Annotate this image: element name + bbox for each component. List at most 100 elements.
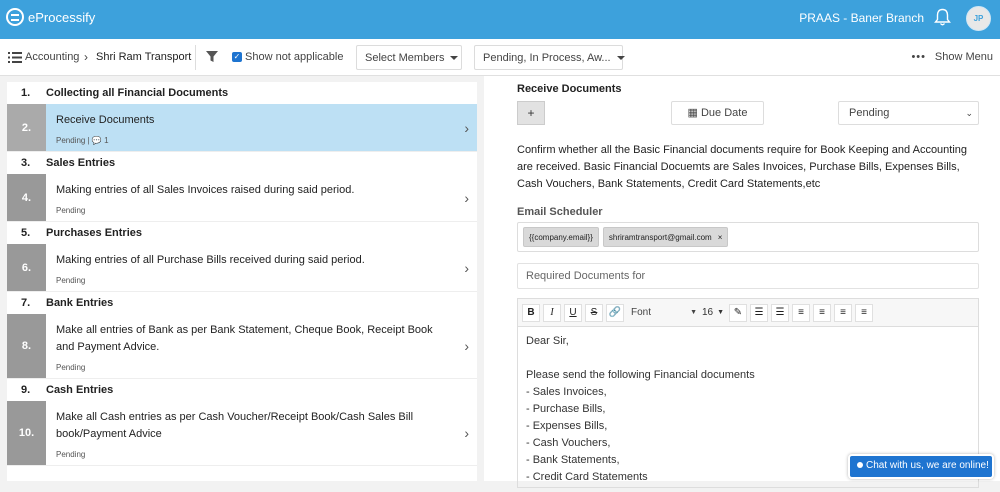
chevron-right-icon: ›: [464, 338, 469, 354]
italic-icon[interactable]: I: [543, 303, 561, 322]
status-value: Pending: [849, 107, 890, 119]
breadcrumb-accounting[interactable]: Accounting: [25, 51, 79, 63]
align-center-icon[interactable]: ≡: [813, 303, 831, 322]
status-filter-dropdown[interactable]: Pending, In Process, Aw...: [474, 45, 625, 70]
email-scheduler-label: Email Scheduler: [517, 206, 603, 218]
chat-widget-button[interactable]: Chat with us, we are online!: [848, 454, 994, 479]
task-row[interactable]: 10. Make all Cash entries as per Cash Vou…: [7, 401, 477, 466]
remove-tag-icon[interactable]: ×: [718, 233, 723, 242]
section-header: 5. Purchases Entries: [7, 222, 477, 244]
due-date-label: Due Date: [700, 107, 748, 119]
section-header: 1. Collecting all Financial Documents: [7, 82, 477, 104]
align-justify-icon[interactable]: ≡: [855, 303, 873, 322]
caret-down-icon: [450, 56, 459, 61]
user-avatar[interactable]: JP: [966, 6, 991, 31]
list-icon[interactable]: [8, 52, 22, 63]
top-bar: eProcessify PRAAS - Baner Branch JP: [0, 0, 1000, 39]
breadcrumb-current: Shri Ram Transport: [96, 51, 192, 63]
align-right-icon[interactable]: ≡: [834, 303, 852, 322]
task-row[interactable]: 2. Receive Documents Pending | 💬 1 ›: [7, 104, 477, 152]
task-status: Pending: [56, 450, 86, 459]
editor-line: - Purchase Bills,: [526, 403, 606, 415]
show-not-applicable-checkbox[interactable]: ✓: [232, 52, 242, 62]
section-title: Sales Entries: [46, 157, 116, 169]
font-size-label: 16: [702, 306, 714, 318]
task-row[interactable]: 6. Making entries of all Purchase Bills r…: [7, 244, 477, 292]
editor-line: - Sales Invoices,: [526, 386, 607, 398]
show-not-applicable-label[interactable]: Show not applicable: [245, 51, 343, 63]
task-row[interactable]: 8. Make all entries of Bank as per Bank S…: [7, 314, 477, 379]
task-list: 1. Collecting all Financial Documents 2. Re…: [7, 82, 477, 481]
email-tag-label: shriramtransport@gmail.com: [608, 233, 712, 242]
email-tag-label: {{company.email}}: [529, 233, 593, 242]
bell-icon[interactable]: [934, 8, 951, 27]
toolbar: Accounting › Shri Ram Transport ✓ Show n…: [0, 39, 1000, 76]
task-row[interactable]: 4. Making entries of all Sales Invoices r…: [7, 174, 477, 222]
task-number: 4.: [7, 174, 46, 221]
caret-down-icon: [616, 56, 625, 61]
due-date-button[interactable]: ▦ Due Date: [671, 101, 764, 125]
section-number: 3.: [21, 157, 31, 169]
section-header: 9. Cash Entries: [7, 379, 477, 401]
bullet-list-icon[interactable]: ☰: [750, 303, 768, 322]
logo-icon: [6, 8, 24, 26]
app-name: eProcessify: [28, 9, 96, 25]
strikethrough-icon[interactable]: S: [585, 303, 603, 322]
more-icon[interactable]: •••: [911, 51, 926, 63]
editor-line: - Expenses Bills,: [526, 420, 608, 432]
task-number: 8.: [7, 314, 46, 378]
font-label: Font: [631, 306, 652, 318]
filter-icon[interactable]: [206, 51, 218, 63]
task-description: Confirm whether all the Basic Financial …: [517, 144, 968, 190]
status-select[interactable]: Pending ⌄: [838, 101, 979, 125]
calendar-icon: ▦: [687, 107, 698, 119]
chevron-right-icon: ›: [464, 119, 469, 136]
task-status: Pending: [56, 363, 86, 372]
bold-icon[interactable]: B: [522, 303, 540, 322]
editor-line: Dear Sir,: [526, 335, 569, 347]
chevron-right-icon: ›: [464, 425, 469, 441]
task-number: 10.: [7, 401, 46, 465]
section-number: 7.: [21, 297, 31, 309]
section-title: Cash Entries: [46, 384, 114, 396]
section-title: Purchases Entries: [46, 227, 142, 239]
add-button[interactable]: +: [517, 101, 545, 125]
font-size-select[interactable]: 16 ▼: [702, 304, 726, 322]
select-members-dropdown[interactable]: Select Members: [356, 45, 462, 70]
section-header: 3. Sales Entries: [7, 152, 477, 174]
align-left-icon[interactable]: ≡: [792, 303, 810, 322]
numbered-list-icon[interactable]: ☰: [771, 303, 789, 322]
section-number: 1.: [21, 87, 31, 99]
section-header: 7. Bank Entries: [7, 292, 477, 314]
email-recipients-field[interactable]: {{company.email}} shriramtransport@gmail…: [517, 222, 979, 252]
font-select[interactable]: Font ▼: [627, 304, 699, 322]
task-row-title: Making entries of all Sales Invoices rai…: [56, 184, 355, 196]
task-detail: Receive Documents + ▦ Due Date Pending ⌄…: [484, 76, 1000, 488]
task-row-title: Make all Cash entries as per Cash Vouche…: [56, 411, 414, 440]
section-title: Collecting all Financial Documents: [46, 87, 229, 99]
status-filter-label: Pending, In Process, Aw...: [483, 52, 611, 64]
divider: [195, 45, 196, 70]
show-menu-button[interactable]: Show Menu: [935, 51, 993, 63]
required-documents-input[interactable]: Required Documents for: [517, 263, 979, 289]
caret-down-icon: ▼: [717, 308, 724, 316]
chevron-down-icon: ⌄: [965, 108, 973, 118]
email-tag[interactable]: shriramtransport@gmail.com ×: [602, 227, 729, 247]
caret-down-icon: ▼: [690, 308, 697, 316]
editor-toolbar: B I U S 🔗 Font ▼ 16 ▼ ✎ ☰ ☰ ≡ ≡ ≡ ≡: [518, 299, 978, 327]
task-number: 6.: [7, 244, 46, 291]
task-number: 2.: [7, 104, 46, 151]
section-title: Bank Entries: [46, 297, 114, 309]
task-row-title: Receive Documents: [56, 114, 155, 126]
task-title: Receive Documents: [517, 83, 622, 95]
link-icon[interactable]: 🔗: [606, 303, 624, 322]
branch-selector[interactable]: PRAAS - Baner Branch: [799, 11, 924, 25]
app-logo[interactable]: eProcessify: [6, 8, 95, 26]
section-number: 5.: [21, 227, 31, 239]
underline-icon[interactable]: U: [564, 303, 582, 322]
chat-label: Chat with us, we are online!: [866, 460, 989, 471]
email-tag[interactable]: {{company.email}}: [523, 227, 599, 247]
pen-icon[interactable]: ✎: [729, 303, 747, 322]
task-status: Pending: [56, 276, 86, 285]
